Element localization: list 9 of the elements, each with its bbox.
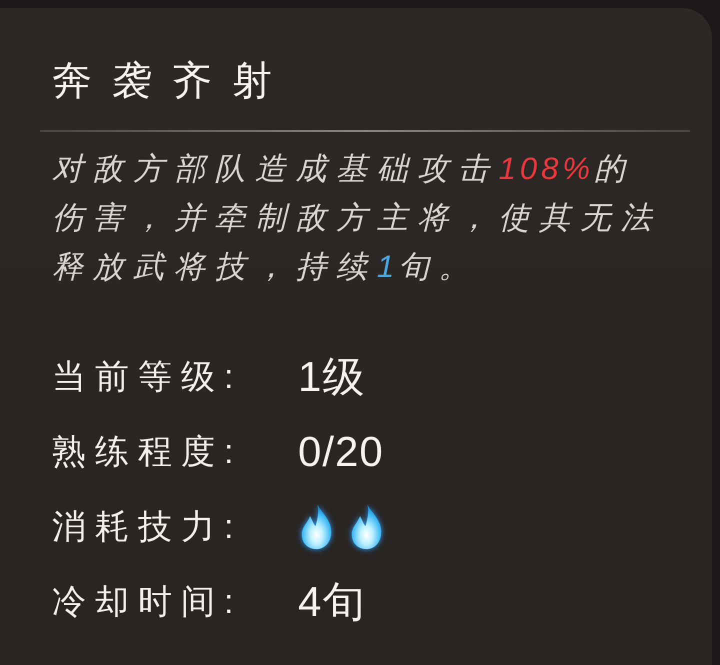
stat-label: 消耗技力: [52,506,242,548]
stat-label: 冷却时间: [52,582,242,622]
stat-label: 熟练程度: [52,432,242,472]
stat-value: 0/20 [298,428,384,476]
stat-value: 4旬 [298,576,366,626]
stat-value: 1级 [298,352,366,402]
stat-label: 当前等级: [52,356,242,398]
skill-title: 奔袭齐射 [52,58,292,104]
skill-description: 对敌方部队造成基础攻击 108%的伤害，并牵制敌方主将，使其无法释放武将技，持续 1 旬。 [52,150,662,286]
